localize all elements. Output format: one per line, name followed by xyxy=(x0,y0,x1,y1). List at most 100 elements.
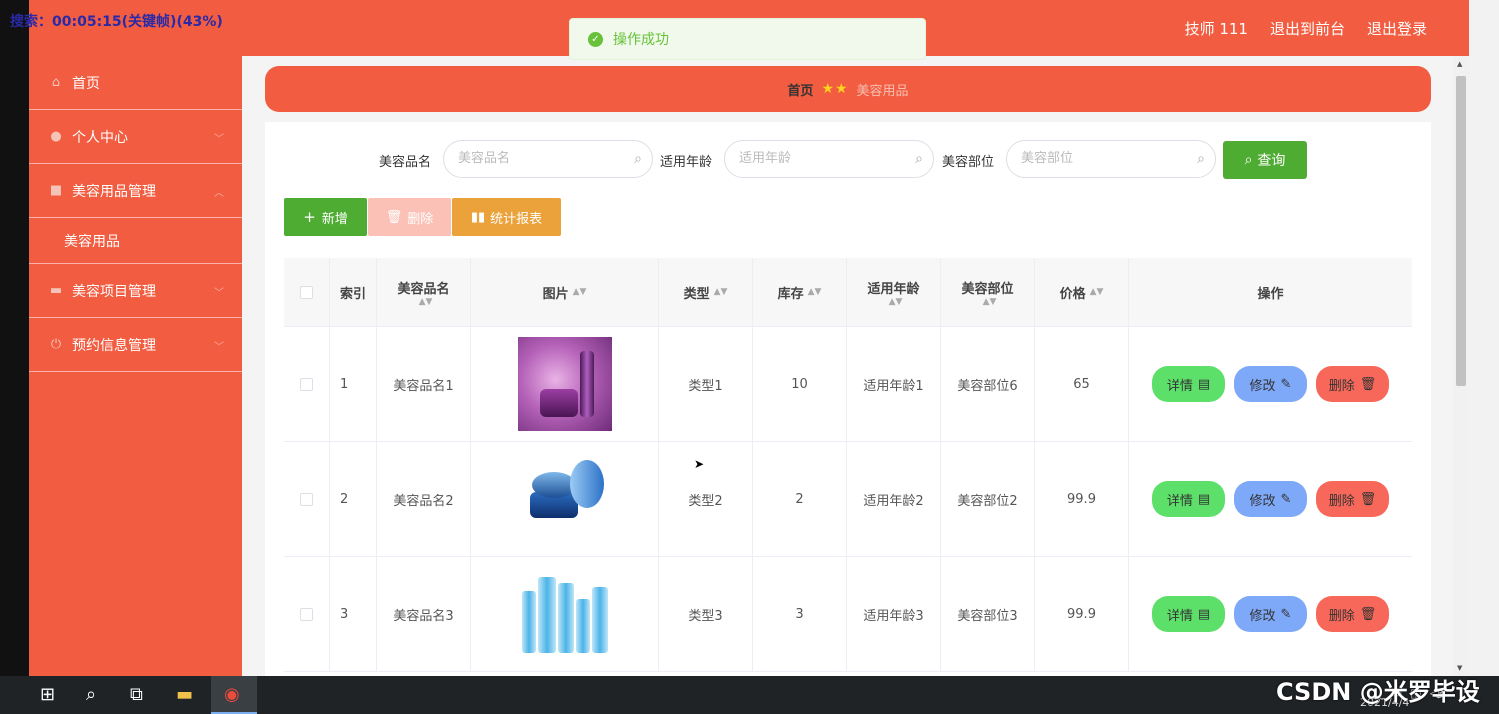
cell-type: 类型1 xyxy=(659,327,753,441)
table-header: 索引 美容品名 ▲▼ 图片 ▲▼ 类型 ▲▼ 库存 ▲▼ 适用年龄 ▲▼ 美容部位 ▲▼ 价… xyxy=(284,258,1412,327)
sort-icon[interactable]: ▲▼ xyxy=(419,297,433,307)
delete-button[interactable]: 删除 🗑 xyxy=(1316,366,1389,402)
sidebar-item-booking-mgmt[interactable]: ⏻ 预约信息管理 ﹀ xyxy=(29,318,242,372)
col-part[interactable]: 美容部位 ▲▼ xyxy=(941,258,1035,326)
delete-label: 删除 xyxy=(1328,378,1355,394)
sidebar-item-beauty-products-mgmt[interactable]: ■ 美容用品管理 ︿ xyxy=(29,164,242,218)
search-input-age[interactable]: 适用年龄 ⌕ xyxy=(724,140,934,178)
col-image[interactable]: 图片 ▲▼ xyxy=(471,258,659,326)
sort-icon[interactable]: ▲▼ xyxy=(714,287,728,297)
task-view-icon[interactable]: ⧉ xyxy=(130,684,143,705)
sidebar-subitem-beauty-products[interactable]: 美容用品 xyxy=(29,218,242,264)
cell-name: 美容品名2 xyxy=(377,442,471,556)
cell-index: 1 xyxy=(330,327,377,441)
file-explorer-icon[interactable]: ▬ xyxy=(176,684,193,705)
checkbox[interactable] xyxy=(300,377,313,391)
sidebar-item-beauty-projects-mgmt[interactable]: ▬ 美容项目管理 ﹀ xyxy=(29,264,242,318)
col-label: 适用年龄 xyxy=(867,281,920,297)
detail-button[interactable]: 详情 ▤ xyxy=(1152,481,1225,517)
col-name[interactable]: 美容品名 ▲▼ xyxy=(377,258,471,326)
header-select-all[interactable] xyxy=(284,258,330,326)
col-label: 类型 xyxy=(683,286,710,302)
batch-delete-button[interactable]: 🗑 删除 xyxy=(368,198,451,236)
checkbox[interactable] xyxy=(300,492,313,506)
edit-button[interactable]: 修改 ✎ xyxy=(1234,596,1307,632)
checkbox[interactable] xyxy=(300,285,313,299)
edit-label: 修改 xyxy=(1249,493,1276,509)
sidebar-item-home[interactable]: ⌂ 首页 xyxy=(29,56,242,110)
query-button[interactable]: ⌕ 查询 xyxy=(1223,141,1307,179)
delete-button[interactable]: 删除 🗑 xyxy=(1316,596,1389,632)
scrollbar-thumb[interactable] xyxy=(1456,76,1466,386)
delete-button[interactable]: 删除 🗑 xyxy=(1316,481,1389,517)
cell-part: 美容部位6 xyxy=(941,327,1035,441)
chrome-icon: ◉ xyxy=(224,684,240,705)
search-icon: ⌕ xyxy=(915,151,923,167)
col-label: 价格 xyxy=(1059,286,1086,302)
content-panel: 美容品名 美容品名 ⌕ 适用年龄 适用年龄 ⌕ 美容部位 美容部位 ⌕ ⌕ 查询… xyxy=(265,122,1431,676)
cell-image xyxy=(471,327,659,441)
chrome-taskbar-button[interactable]: ◉ xyxy=(211,676,257,714)
edit-button[interactable]: 修改 ✎ xyxy=(1234,481,1307,517)
cell-actions: 详情 ▤ 修改 ✎ 删除 🗑 xyxy=(1129,442,1412,556)
action-toolbar: + 新增 🗑 删除 ▮▮ 统计报表 xyxy=(284,198,561,236)
cell-actions: 详情 ▤ 修改 ✎ 删除 🗑 xyxy=(1129,557,1412,671)
logout-link[interactable]: 退出登录 xyxy=(1367,18,1427,39)
breadcrumb-home[interactable]: 首页 xyxy=(787,80,813,99)
scroll-up-icon[interactable]: ▲ xyxy=(1457,60,1462,68)
sort-icon[interactable]: ▲▼ xyxy=(1090,287,1104,297)
search-placeholder: 适用年龄 xyxy=(739,151,792,166)
scroll-down-icon[interactable]: ▼ xyxy=(1457,664,1462,672)
pencil-icon: ✎ xyxy=(1280,491,1292,507)
detail-label: 详情 xyxy=(1166,378,1193,394)
search-icon[interactable]: ⌕ xyxy=(86,684,96,705)
document-icon: ▤ xyxy=(1197,491,1211,507)
sidebar: ⌂ 首页 ● 个人中心 ﹀ ■ 美容用品管理 ︿ 美容用品 ▬ 美容项目管理 ﹀… xyxy=(29,56,242,676)
search-label-part: 美容部位 xyxy=(942,155,995,170)
col-label: 库存 xyxy=(777,286,804,302)
col-stock[interactable]: 库存 ▲▼ xyxy=(753,258,847,326)
chevron-down-icon: ﹀ xyxy=(214,288,224,299)
serum-bottle-image xyxy=(517,337,612,431)
sidebar-item-label: 预约信息管理 xyxy=(72,337,156,354)
sort-icon[interactable]: ▲▼ xyxy=(573,287,587,297)
chevron-down-icon: ﹀ xyxy=(214,134,224,145)
detail-button[interactable]: 详情 ▤ xyxy=(1152,366,1225,402)
cell-image xyxy=(471,442,659,556)
breadcrumb: 首页 ★★ 美容用品 xyxy=(265,66,1431,112)
sidebar-item-label: 美容项目管理 xyxy=(72,283,156,300)
row-select xyxy=(284,327,330,441)
sort-icon[interactable]: ▲▼ xyxy=(889,297,903,307)
user-role-label[interactable]: 技师 111 xyxy=(1185,18,1248,39)
windows-start-icon[interactable]: ⊞ xyxy=(40,684,55,705)
search-input-part[interactable]: 美容部位 ⌕ xyxy=(1006,140,1216,178)
col-label: 索引 xyxy=(340,286,367,302)
cell-stock: 2 xyxy=(753,442,847,556)
detail-button[interactable]: 详情 ▤ xyxy=(1152,596,1225,632)
search-input-name[interactable]: 美容品名 ⌕ xyxy=(443,140,653,178)
edit-button[interactable]: 修改 ✎ xyxy=(1234,366,1307,402)
stats-report-button[interactable]: ▮▮ 统计报表 xyxy=(452,198,561,236)
sort-icon[interactable]: ▲▼ xyxy=(983,297,997,307)
col-label: 操作 xyxy=(1257,286,1284,302)
trash-icon: 🗑 xyxy=(1359,376,1377,392)
col-age[interactable]: 适用年龄 ▲▼ xyxy=(847,258,941,326)
right-strip xyxy=(1469,0,1499,676)
mouse-cursor-icon: ➤ xyxy=(694,457,705,471)
cell-name: 美容品名3 xyxy=(377,557,471,671)
sidebar-item-personal-center[interactable]: ● 个人中心 ﹀ xyxy=(29,110,242,164)
col-index: 索引 xyxy=(330,258,377,326)
col-price[interactable]: 价格 ▲▼ xyxy=(1035,258,1129,326)
exit-to-frontend-link[interactable]: 退出到前台 xyxy=(1270,18,1345,39)
trash-icon: 🗑 xyxy=(1359,491,1377,507)
checkbox[interactable] xyxy=(300,607,313,621)
vertical-scrollbar[interactable]: ▲ ▼ xyxy=(1453,56,1469,676)
sort-icon[interactable]: ▲▼ xyxy=(808,287,822,297)
col-type[interactable]: 类型 ▲▼ xyxy=(659,258,753,326)
home-icon: ⌂ xyxy=(51,74,61,90)
add-button[interactable]: + 新增 xyxy=(284,198,367,236)
col-label: 美容部位 xyxy=(961,281,1014,297)
col-label: 图片 xyxy=(542,286,569,302)
batch-delete-label: 删除 xyxy=(407,211,434,227)
power-icon: ⏻ xyxy=(50,336,62,352)
